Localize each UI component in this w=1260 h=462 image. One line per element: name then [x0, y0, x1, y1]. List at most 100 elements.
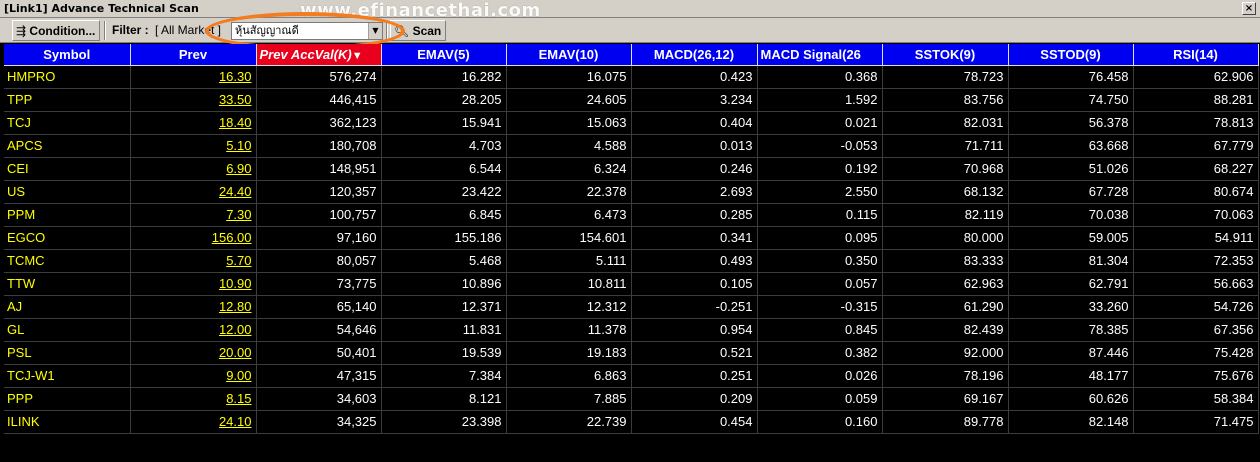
- accval-cell: 34,325: [256, 410, 382, 434]
- rsi-cell: 75.676: [1133, 364, 1259, 388]
- emav10-cell: 19.183: [506, 341, 632, 365]
- rsi-cell: 68.227: [1133, 157, 1259, 181]
- scan-button[interactable]: 🔍︎ Scan: [390, 20, 447, 41]
- symbol-cell: HMPRO: [4, 65, 131, 89]
- macd-cell: -0.251: [631, 295, 758, 319]
- column-header-macd-signal[interactable]: MACD Signal(26: [757, 44, 883, 66]
- sstok-cell: 89.778: [882, 410, 1009, 434]
- filter-market-value[interactable]: [ All Market ]: [155, 20, 221, 41]
- rsi-cell: 70.063: [1133, 203, 1259, 227]
- table-row[interactable]: TTW 10.90 73,775 10.896 10.811 0.105 0.057 62.9…: [4, 272, 1259, 296]
- table-row[interactable]: TCJ-W1 9.00 47,315 7.384 6.863 0.251 0.026 78.1…: [4, 364, 1259, 388]
- emav10-cell: 10.811: [506, 272, 632, 296]
- table-row[interactable]: CEI 6.90 148,951 6.544 6.324 0.246 0.192 70.968…: [4, 157, 1259, 181]
- signal-combo[interactable]: หุ้นสัญญาณดี ▼: [231, 22, 383, 40]
- rsi-cell: 67.779: [1133, 134, 1259, 158]
- sstod-cell: 76.458: [1008, 65, 1134, 89]
- symbol-cell: CEI: [4, 157, 131, 181]
- macd-signal-cell: 0.192: [757, 157, 883, 181]
- condition-button[interactable]: ⇶ Condition...: [12, 20, 101, 41]
- table-row[interactable]: TCMC 5.70 80,057 5.468 5.111 0.493 0.350 83.333…: [4, 249, 1259, 273]
- column-header-symbol[interactable]: Symbol: [4, 44, 131, 66]
- macd-signal-cell: 0.382: [757, 341, 883, 365]
- sstok-cell: 80.000: [882, 226, 1009, 250]
- symbol-cell: US: [4, 180, 131, 204]
- prev-cell[interactable]: 7.30: [130, 203, 257, 227]
- toolbar: ⇶ Condition... Filter : [ All Market ] ห…: [0, 18, 1260, 43]
- sstok-cell: 69.167: [882, 387, 1009, 411]
- macd-cell: 0.521: [631, 341, 758, 365]
- macd-cell: 0.246: [631, 157, 758, 181]
- prev-cell[interactable]: 24.10: [130, 410, 257, 434]
- macd-cell: 0.423: [631, 65, 758, 89]
- emav5-cell: 23.422: [381, 180, 507, 204]
- prev-cell[interactable]: 8.15: [130, 387, 257, 411]
- column-header-prev-accval[interactable]: Prev AccVal(K)▼: [256, 44, 382, 66]
- toolbar-separator: [386, 21, 388, 40]
- table-row[interactable]: TCJ 18.40 362,123 15.941 15.063 0.404 0.021 82.…: [4, 111, 1259, 135]
- macd-cell: 0.013: [631, 134, 758, 158]
- column-header-prev[interactable]: Prev: [130, 44, 257, 66]
- sstod-cell: 60.626: [1008, 387, 1134, 411]
- prev-cell[interactable]: 6.90: [130, 157, 257, 181]
- prev-cell[interactable]: 24.40: [130, 180, 257, 204]
- macd-signal-cell: 0.026: [757, 364, 883, 388]
- table-row[interactable]: US 24.40 120,357 23.422 22.378 2.693 2.550 68.1…: [4, 180, 1259, 204]
- prev-cell[interactable]: 20.00: [130, 341, 257, 365]
- column-header-sstok[interactable]: SSTOK(9): [882, 44, 1009, 66]
- sstok-cell: 68.132: [882, 180, 1009, 204]
- table-header-row: Symbol Prev Prev AccVal(K)▼ EMAV(5) EMAV…: [4, 44, 1259, 66]
- prev-cell[interactable]: 10.90: [130, 272, 257, 296]
- table-row[interactable]: EGCO 156.00 97,160 155.186 154.601 0.341 0.095…: [4, 226, 1259, 250]
- macd-cell: 3.234: [631, 88, 758, 112]
- sstod-cell: 70.038: [1008, 203, 1134, 227]
- prev-cell[interactable]: 18.40: [130, 111, 257, 135]
- prev-cell[interactable]: 12.00: [130, 318, 257, 342]
- emav5-cell: 8.121: [381, 387, 507, 411]
- sstok-cell: 82.031: [882, 111, 1009, 135]
- prev-cell[interactable]: 33.50: [130, 88, 257, 112]
- close-icon[interactable]: ×: [1242, 2, 1256, 15]
- column-header-rsi[interactable]: RSI(14): [1133, 44, 1259, 66]
- emav10-cell: 22.739: [506, 410, 632, 434]
- rsi-cell: 62.906: [1133, 65, 1259, 89]
- emav5-cell: 6.845: [381, 203, 507, 227]
- prev-cell[interactable]: 5.10: [130, 134, 257, 158]
- macd-cell: 0.341: [631, 226, 758, 250]
- table-row[interactable]: APCS 5.10 180,708 4.703 4.588 0.013 -0.053 71.7…: [4, 134, 1259, 158]
- macd-signal-cell: 1.592: [757, 88, 883, 112]
- rsi-cell: 72.353: [1133, 249, 1259, 273]
- combo-dropdown-icon[interactable]: ▼: [368, 23, 382, 39]
- table-row[interactable]: PPM 7.30 100,757 6.845 6.473 0.285 0.115 82.119…: [4, 203, 1259, 227]
- sort-desc-icon: ▼: [351, 49, 363, 62]
- prev-cell[interactable]: 9.00: [130, 364, 257, 388]
- accval-cell: 100,757: [256, 203, 382, 227]
- emav5-cell: 11.831: [381, 318, 507, 342]
- macd-signal-cell: 0.095: [757, 226, 883, 250]
- table-row[interactable]: PSL 20.00 50,401 19.539 19.183 0.521 0.382 92.0…: [4, 341, 1259, 365]
- sstod-cell: 59.005: [1008, 226, 1134, 250]
- macd-signal-cell: 2.550: [757, 180, 883, 204]
- sstod-cell: 87.446: [1008, 341, 1134, 365]
- table-row[interactable]: GL 12.00 54,646 11.831 11.378 0.954 0.845 82.43…: [4, 318, 1259, 342]
- column-header-emav5[interactable]: EMAV(5): [381, 44, 507, 66]
- table-row[interactable]: HMPRO 16.30 576,274 16.282 16.075 0.423 0.368 7…: [4, 65, 1259, 89]
- prev-cell[interactable]: 156.00: [130, 226, 257, 250]
- table-row[interactable]: PPP 8.15 34,603 8.121 7.885 0.209 0.059 69.167 6…: [4, 387, 1259, 411]
- macd-cell: 0.209: [631, 387, 758, 411]
- column-header-sstod[interactable]: SSTOD(9): [1008, 44, 1134, 66]
- prev-cell[interactable]: 12.80: [130, 295, 257, 319]
- prev-cell[interactable]: 16.30: [130, 65, 257, 89]
- emav10-cell: 24.605: [506, 88, 632, 112]
- sstod-cell: 62.791: [1008, 272, 1134, 296]
- macd-signal-cell: 0.115: [757, 203, 883, 227]
- column-header-macd[interactable]: MACD(26,12): [631, 44, 758, 66]
- column-header-emav10[interactable]: EMAV(10): [506, 44, 632, 66]
- emav10-cell: 12.312: [506, 295, 632, 319]
- table-row[interactable]: AJ 12.80 65,140 12.371 12.312 -0.251 -0.315 61.…: [4, 295, 1259, 319]
- table-row[interactable]: ILINK 24.10 34,325 23.398 22.739 0.454 0.160 89…: [4, 410, 1259, 434]
- table-row[interactable]: TPP 33.50 446,415 28.205 24.605 3.234 1.592 83.…: [4, 88, 1259, 112]
- window-title: [Link1] Advance Technical Scan: [4, 2, 199, 15]
- prev-cell[interactable]: 5.70: [130, 249, 257, 273]
- symbol-cell: TCJ: [4, 111, 131, 135]
